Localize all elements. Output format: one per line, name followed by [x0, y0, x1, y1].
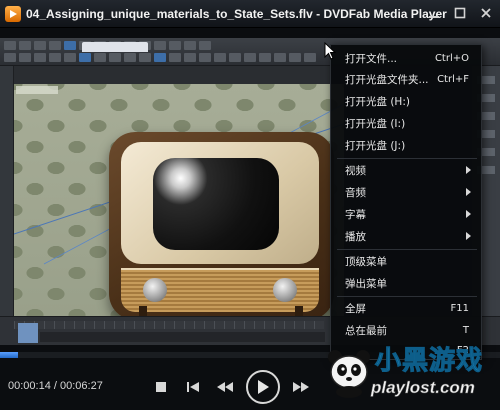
mouse-cursor-icon [324, 42, 336, 60]
menu-item-shortcut: Ctrl+F [437, 73, 469, 85]
menu-item-label: 全屏 [345, 302, 366, 315]
tv-screen [153, 158, 279, 250]
minimize-icon[interactable] [424, 4, 444, 22]
window-title: 04_Assigning_unique_materials_to_State_S… [26, 6, 447, 21]
tv-speaker-panel [121, 268, 319, 312]
menu-item-shortcut: T [462, 324, 469, 336]
tv-knob [143, 278, 167, 302]
menu-item-open-disc-j[interactable]: 打开光盘 (J:) [331, 134, 481, 156]
menu-item-audio[interactable]: 音频 [331, 181, 481, 203]
timeline-track [14, 321, 324, 329]
menu-item-label: 播放 [345, 230, 366, 243]
menu-item-label: 打开光盘 (J:) [345, 139, 406, 152]
menu-item-open-disc-folder[interactable]: 打开光盘文件夹... Ctrl+F [331, 68, 481, 90]
menu-item-popup-menu[interactable]: 弹出菜单 [331, 272, 481, 294]
menu-item-label: 字幕 [345, 208, 366, 221]
submenu-arrow-icon [466, 188, 471, 196]
context-menu: 打开文件... Ctrl+O 打开光盘文件夹... Ctrl+F 打开光盘 (H… [330, 44, 482, 360]
watermark-logo-text: 小黑游戏 [374, 346, 484, 377]
tv-bezel [121, 142, 319, 264]
previous-icon[interactable] [182, 376, 204, 398]
tv-leg [139, 306, 147, 316]
title-bar: 04_Assigning_unique_materials_to_State_S… [0, 0, 500, 28]
fast-forward-icon[interactable] [290, 376, 312, 398]
menu-item-top-menu[interactable]: 顶级菜单 [331, 250, 481, 272]
close-icon[interactable] [476, 4, 496, 22]
video-frame-tab [82, 42, 148, 52]
rewind-icon[interactable] [214, 376, 236, 398]
menu-item-video[interactable]: 视频 [331, 159, 481, 181]
menu-item-open-disc-i[interactable]: 打开光盘 (I:) [331, 112, 481, 134]
playback-controls [150, 370, 312, 404]
menu-item-subtitle[interactable]: 字幕 [331, 203, 481, 225]
submenu-arrow-icon [466, 210, 471, 218]
menu-item-shortcut: F11 [450, 302, 469, 314]
app-logo-icon [5, 5, 21, 22]
seek-bar-fill [0, 352, 18, 358]
panda-mascot-icon [328, 350, 370, 398]
play-icon[interactable] [246, 370, 280, 404]
menu-item-playback[interactable]: 播放 [331, 225, 481, 247]
video-frame-viewport [14, 84, 344, 316]
video-frame-left-strip [0, 66, 14, 316]
watermark: 小黑游戏 playlost.com [325, 336, 495, 406]
submenu-arrow-icon [466, 166, 471, 174]
watermark-url: playlost.com [371, 378, 475, 398]
menu-item-open-disc-h[interactable]: 打开光盘 (H:) [331, 90, 481, 112]
tv-knob [273, 278, 297, 302]
menu-item-label: 顶级菜单 [345, 255, 387, 268]
menu-item-label: 弹出菜单 [345, 277, 387, 290]
tv-leg [295, 306, 303, 316]
menu-item-label: 打开光盘 (I:) [345, 117, 406, 130]
menu-item-label: 音频 [345, 186, 366, 199]
menu-item-label: 打开光盘 (H:) [345, 95, 410, 108]
timeline-key [18, 323, 38, 343]
tv-model [109, 132, 334, 316]
timeline-status [40, 332, 325, 342]
menu-item-label: 打开光盘文件夹... [345, 73, 429, 86]
stop-icon[interactable] [150, 376, 172, 398]
window-controls [424, 4, 496, 22]
menu-item-label: 视频 [345, 164, 366, 177]
maximize-icon[interactable] [450, 4, 470, 22]
menu-item-fullscreen[interactable]: 全屏 F11 [331, 297, 481, 319]
time-display: 00:00:14 / 00:06:27 [8, 380, 103, 392]
menu-item-shortcut: Ctrl+O [434, 52, 469, 64]
menu-item-open-file[interactable]: 打开文件... Ctrl+O [331, 47, 481, 69]
submenu-arrow-icon [466, 232, 471, 240]
menu-item-label: 打开文件... [345, 52, 398, 65]
